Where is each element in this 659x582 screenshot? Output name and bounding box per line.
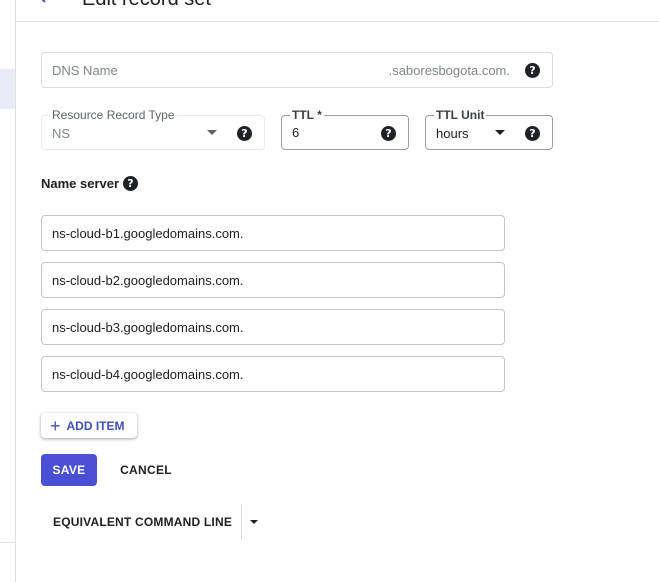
dns-name-placeholder: DNS Name <box>52 63 118 78</box>
resource-record-type-help-icon[interactable]: ? <box>237 126 252 141</box>
resource-record-type-label: Resource Record Type <box>50 107 177 123</box>
chevron-down-icon <box>207 130 217 135</box>
ttl-unit-label: TTL Unit <box>434 107 487 123</box>
name-server-help-icon[interactable]: ? <box>123 176 138 191</box>
dns-name-suffix: .saboresbogota.com. <box>388 63 510 78</box>
name-server-input-2[interactable] <box>41 262 505 298</box>
save-button[interactable]: SAVE <box>41 454 97 486</box>
chevron-down-icon <box>250 520 258 524</box>
ttl-unit-help-icon[interactable]: ? <box>525 126 540 141</box>
add-item-button[interactable]: + ADD ITEM <box>41 413 137 438</box>
page-title: Edit record set <box>82 0 211 11</box>
name-server-input-4[interactable] <box>41 356 505 392</box>
name-server-heading: Name server <box>41 176 120 191</box>
ttl-field[interactable]: TTL * ? <box>281 107 409 150</box>
name-server-input-1[interactable] <box>41 215 505 251</box>
dns-name-help-icon[interactable]: ? <box>525 63 540 78</box>
sidebar-selected-item[interactable] <box>0 69 15 109</box>
ttl-input[interactable] <box>292 125 372 140</box>
ttl-unit-select[interactable]: TTL Unit hours ? <box>425 107 553 150</box>
ttl-unit-value: hours <box>436 126 469 141</box>
left-sidebar <box>0 0 16 582</box>
equivalent-command-line-button[interactable]: EQUIVALENT COMMAND LINE <box>41 505 241 539</box>
add-item-label: ADD ITEM <box>66 418 125 433</box>
resource-record-type-value: NS <box>52 126 71 141</box>
plus-icon: + <box>50 415 61 436</box>
chevron-down-icon <box>495 130 505 135</box>
ttl-label: TTL * <box>290 107 324 123</box>
back-arrow-icon[interactable] <box>36 0 50 4</box>
dns-name-field[interactable]: DNS Name .saboresbogota.com. ? <box>41 52 553 88</box>
ttl-help-icon[interactable]: ? <box>381 126 396 141</box>
sidebar-divider <box>0 542 15 543</box>
edit-record-set-page: Edit record set DNS Name .saboresbogota.… <box>0 0 659 582</box>
page-header: Edit record set <box>16 0 659 22</box>
command-line-dropdown-button[interactable] <box>242 505 268 539</box>
resource-record-type-select[interactable]: Resource Record Type NS ? <box>41 107 265 150</box>
name-server-input-3[interactable] <box>41 309 505 345</box>
cancel-button[interactable]: CANCEL <box>110 454 182 486</box>
